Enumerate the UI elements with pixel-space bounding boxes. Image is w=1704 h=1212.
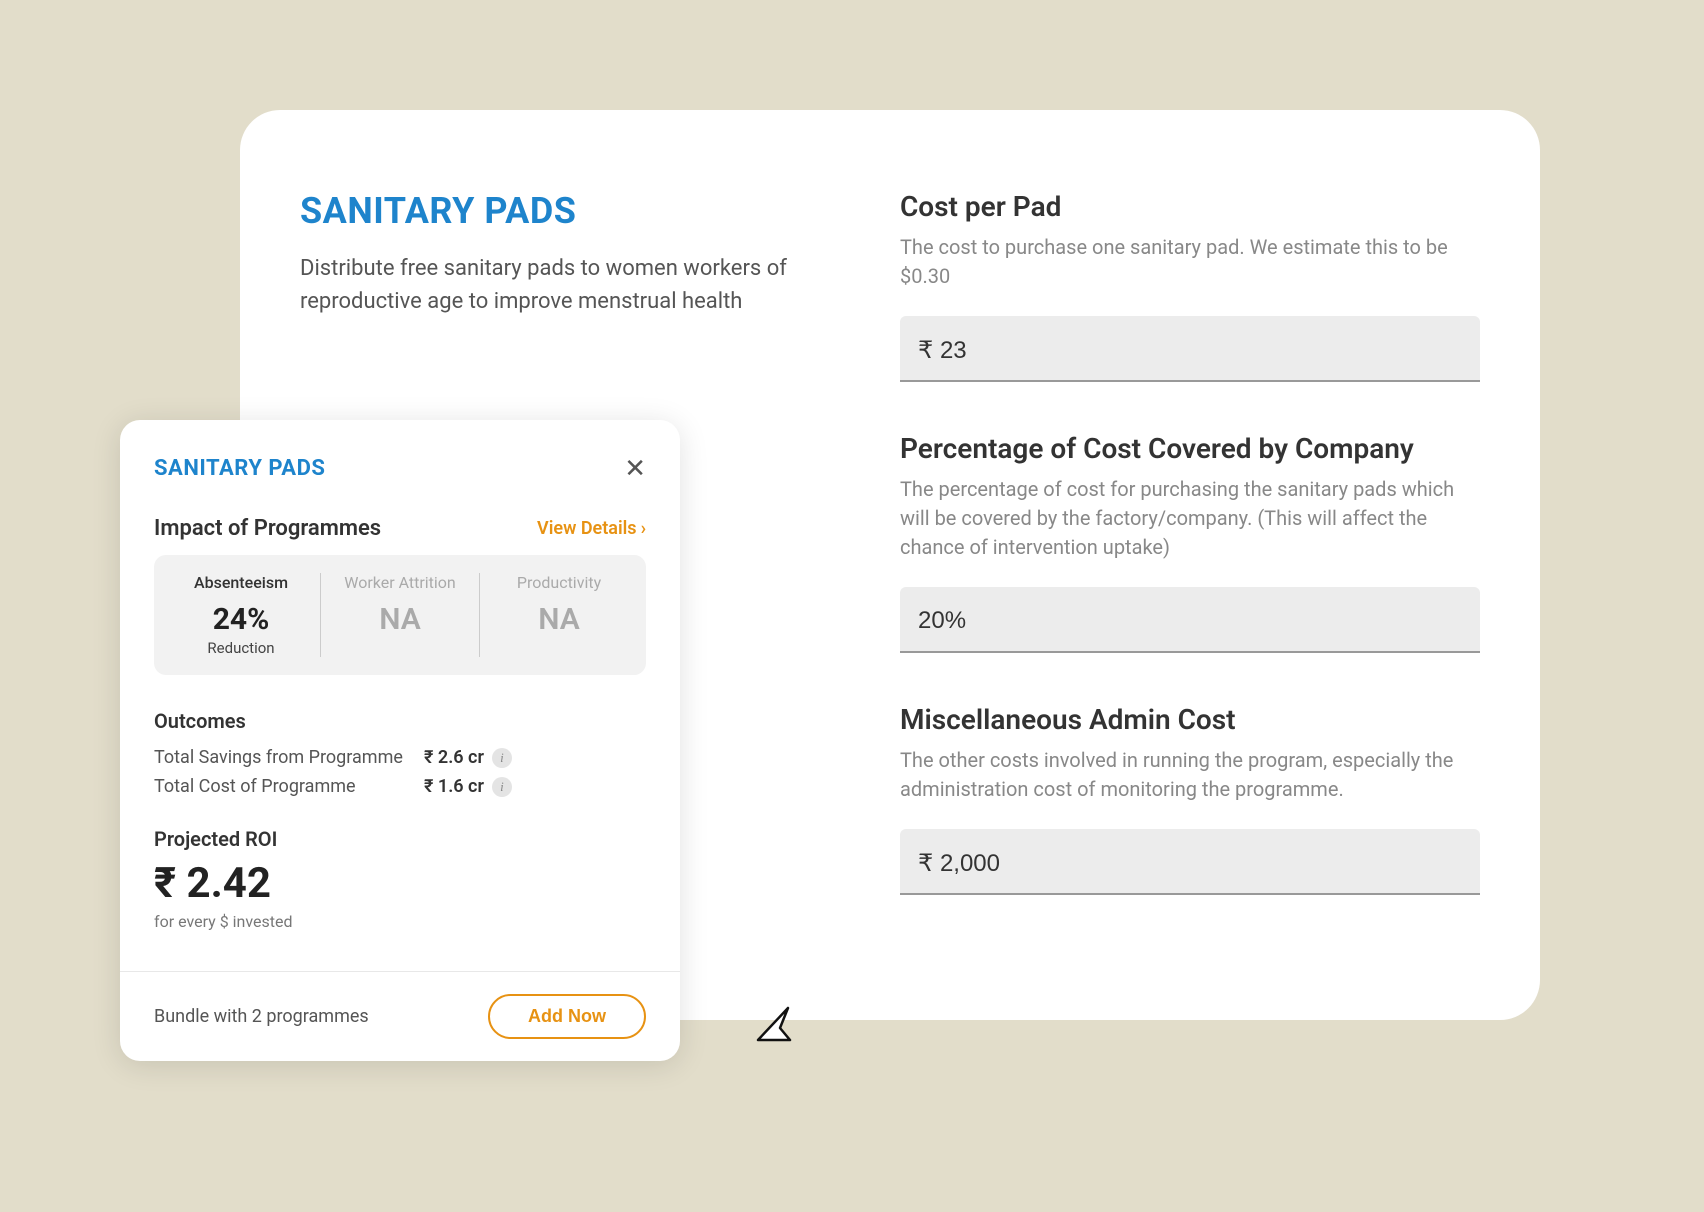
- admin-cost-input[interactable]: [900, 829, 1480, 895]
- roi-value: ₹ 2.42: [154, 859, 646, 908]
- popup-footer: Bundle with 2 programmes Add Now: [120, 971, 680, 1061]
- page-description: Distribute free sanitary pads to women w…: [300, 252, 800, 318]
- field-help: The other costs involved in running the …: [900, 746, 1480, 804]
- metrics-box: Absenteeism 24% Reduction Worker Attriti…: [154, 555, 646, 675]
- chevron-right-icon: ›: [641, 518, 646, 539]
- outcome-row-savings: Total Savings from Programme ₹ 2.6 cr i: [154, 747, 646, 768]
- metric-sub: Reduction: [174, 639, 308, 657]
- metric-value: NA: [492, 602, 626, 637]
- field-label: Miscellaneous Admin Cost: [900, 703, 1480, 736]
- impact-title: Impact of Programmes: [154, 516, 381, 541]
- metric-label: Productivity: [492, 573, 626, 592]
- field-help: The percentage of cost for purchasing th…: [900, 475, 1480, 562]
- outcomes-title: Outcomes: [154, 709, 646, 733]
- outcome-label: Total Savings from Programme: [154, 747, 424, 768]
- outcome-value: ₹ 2.6 cr: [424, 747, 484, 768]
- view-details-link[interactable]: View Details ›: [537, 518, 646, 539]
- field-label: Percentage of Cost Covered by Company: [900, 432, 1480, 465]
- metric-label: Worker Attrition: [333, 573, 467, 592]
- bundle-text: Bundle with 2 programmes: [154, 1006, 369, 1027]
- popup-title: SANITARY PADS: [154, 456, 325, 481]
- field-cost-per-pad: Cost per Pad The cost to purchase one sa…: [900, 190, 1480, 382]
- outcome-row-cost: Total Cost of Programme ₹ 1.6 cr i: [154, 776, 646, 797]
- metric-label: Absenteeism: [174, 573, 308, 592]
- cursor-icon: [750, 1000, 798, 1048]
- metric-attrition: Worker Attrition NA: [321, 573, 480, 657]
- outcome-value: ₹ 1.6 cr: [424, 776, 484, 797]
- field-admin-cost: Miscellaneous Admin Cost The other costs…: [900, 703, 1480, 895]
- field-pct-covered: Percentage of Cost Covered by Company Th…: [900, 432, 1480, 653]
- add-now-button[interactable]: Add Now: [488, 994, 646, 1039]
- info-icon[interactable]: i: [492, 748, 512, 768]
- cost-per-pad-input[interactable]: [900, 316, 1480, 382]
- roi-title: Projected ROI: [154, 827, 646, 851]
- page-title: SANITARY PADS: [300, 190, 840, 232]
- metric-productivity: Productivity NA: [480, 573, 638, 657]
- metric-absenteeism: Absenteeism 24% Reduction: [162, 573, 321, 657]
- field-help: The cost to purchase one sanitary pad. W…: [900, 233, 1480, 291]
- main-right-column: Cost per Pad The cost to purchase one sa…: [900, 190, 1480, 960]
- roi-block: Projected ROI ₹ 2.42 for every $ investe…: [154, 827, 646, 931]
- close-icon[interactable]: ✕: [624, 456, 646, 482]
- view-details-label: View Details: [537, 518, 637, 539]
- roi-sub: for every $ invested: [154, 912, 646, 931]
- metric-value: 24%: [174, 602, 308, 637]
- metric-value: NA: [333, 602, 467, 637]
- outcome-label: Total Cost of Programme: [154, 776, 424, 797]
- info-icon[interactable]: i: [492, 777, 512, 797]
- pct-covered-input[interactable]: [900, 587, 1480, 653]
- field-label: Cost per Pad: [900, 190, 1480, 223]
- summary-popup: SANITARY PADS ✕ Impact of Programmes Vie…: [120, 420, 680, 1061]
